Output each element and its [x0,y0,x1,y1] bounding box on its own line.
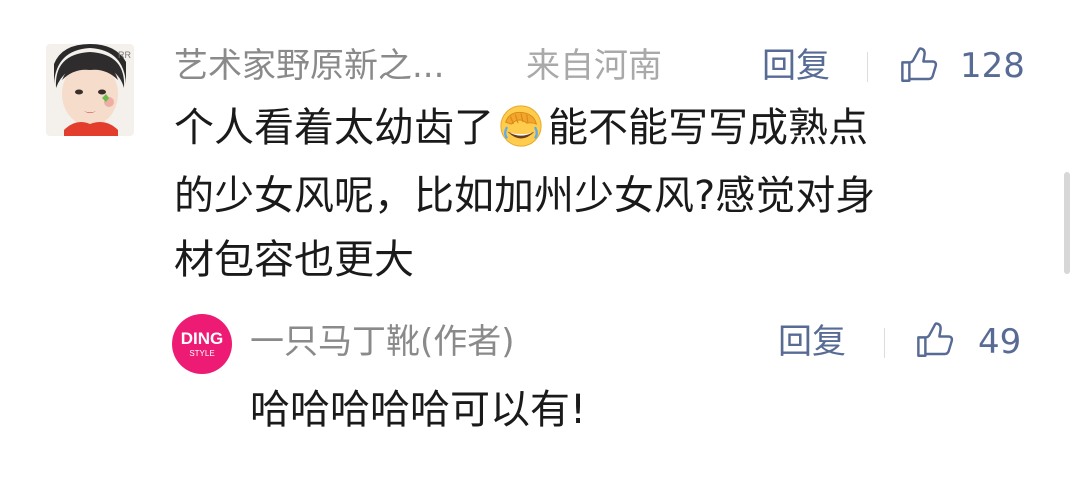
comment-like-count: 128 [960,46,1025,86]
comment-username[interactable]: 艺术家野原新之... [174,44,444,88]
user-avatar[interactable]: RR [46,44,134,136]
reply-author-name[interactable]: 一只马丁靴(作者) [250,320,515,364]
comment-text-line: 材包容也更大 [174,237,414,283]
brand-logo-subtext: STYLE [189,349,215,358]
reply-text: 哈哈哈哈哈可以有! [250,387,587,433]
scrollbar-thumb[interactable] [1064,172,1070,274]
thumbs-up-icon[interactable] [898,44,940,86]
reply-reply-button[interactable]: 回复 [778,320,846,364]
svg-text:RR: RR [118,50,131,60]
action-divider [867,52,868,82]
action-divider [884,328,885,358]
author-avatar[interactable]: DING STYLE [172,314,232,374]
reply-like-count: 49 [978,322,1022,362]
comment-location: 来自河南 [526,46,662,86]
thumbs-up-icon[interactable] [914,319,956,361]
comment-text-line: 个人看着太幼齿了 能不能写写成熟点 [174,98,868,158]
avatar-photo-image: RR [46,44,134,136]
brand-logo-text: DING [180,329,224,348]
comment-reply-button[interactable]: 回复 [762,44,830,88]
comment-text-segment: 个人看着太幼齿了 [174,105,494,151]
comment-text-segment: 能不能写写成熟点 [548,105,868,151]
facepalm-laughing-emoji [500,105,542,147]
comment-text-line: 的少女风呢，比如加州少女风?感觉对身 [174,173,876,219]
